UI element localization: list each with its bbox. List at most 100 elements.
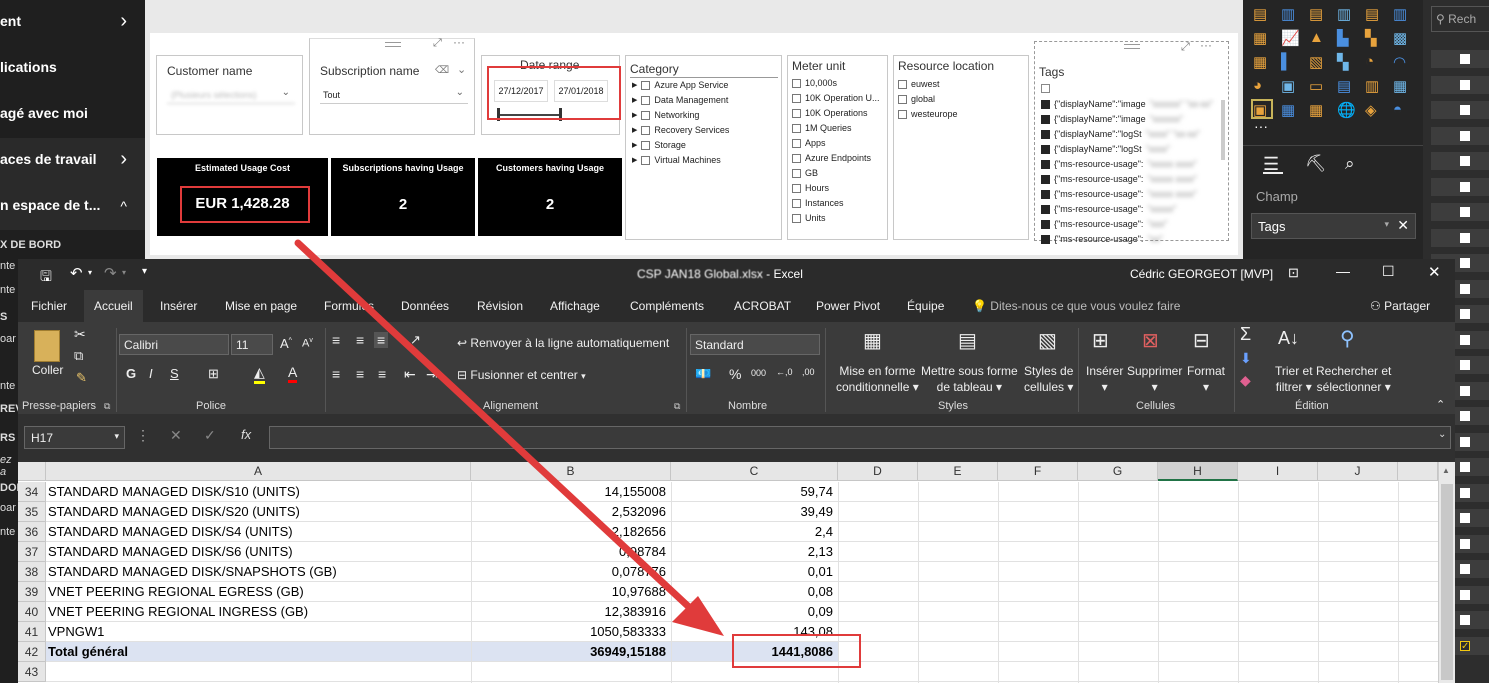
cell-c-35[interactable]: 39,49 [673, 502, 836, 522]
checkbox[interactable] [792, 184, 801, 193]
checkbox[interactable] [641, 96, 651, 105]
visual-type-icon[interactable]: ▦ [1253, 53, 1271, 71]
row-header[interactable]: 35 [18, 502, 46, 522]
scroll-up-icon[interactable]: ▲ [1442, 466, 1450, 475]
checkbox[interactable] [1460, 181, 1470, 192]
cell-b-41[interactable]: 1050,583333 [473, 622, 669, 642]
checkbox[interactable] [1460, 54, 1470, 64]
select-all-corner[interactable] [18, 462, 46, 481]
increase-decimal-icon[interactable]: ←,0 [776, 367, 793, 377]
row-header[interactable]: 36 [18, 522, 46, 542]
clipboard-icon[interactable] [34, 330, 60, 362]
align-right-icon[interactable]: ≡ [378, 366, 386, 382]
subscription-dropdown[interactable]: Tout [320, 86, 468, 104]
customize-qat-icon[interactable]: ▾ [142, 266, 147, 277]
collapse-ribbon-icon[interactable]: ⌃ [1436, 398, 1445, 411]
row-header[interactable]: 39 [18, 582, 46, 602]
insert-function-icon[interactable]: fx [241, 427, 251, 442]
visual-type-icon[interactable]: ◠ [1393, 53, 1411, 71]
more-visuals-icon[interactable]: ··· [1254, 119, 1270, 133]
name-box[interactable]: H17 ▾ [24, 426, 125, 449]
tab-equipe[interactable]: Équipe [907, 299, 944, 313]
align-middle-icon[interactable]: ≡ [356, 332, 364, 348]
checkbox-checked[interactable] [1041, 100, 1050, 109]
checkbox-checked[interactable] [1041, 145, 1050, 154]
drag-handle-icon[interactable] [385, 42, 401, 47]
checkbox[interactable] [641, 81, 651, 90]
checkbox[interactable] [641, 111, 651, 120]
cell-b-34[interactable]: 14,155008 [473, 482, 669, 502]
meter-item[interactable]: Apps [792, 136, 880, 151]
cell-b-35[interactable]: 2,532096 [473, 502, 669, 522]
kpi-card-customers[interactable]: Customers having Usage 2 [478, 158, 622, 236]
checkbox[interactable] [792, 79, 801, 88]
field-row[interactable] [1431, 101, 1489, 119]
more-icon[interactable]: ⋮ [136, 427, 150, 444]
borders-icon[interactable]: ⊞ [208, 366, 219, 382]
cell-c-37[interactable]: 2,13 [673, 542, 836, 562]
autosum-icon[interactable]: Σ [1240, 324, 1251, 345]
cell-a-38[interactable]: STANDARD MANAGED DISK/SNAPSHOTS (GB) [48, 562, 469, 582]
cell-a-43[interactable] [48, 662, 469, 682]
maximize-icon[interactable]: ☐ [1382, 263, 1395, 280]
column-header-f[interactable]: F [998, 462, 1078, 481]
cell-styles-button[interactable]: Styles de cellules ▾ [1024, 363, 1073, 395]
insert-button[interactable]: Insérer ▾ [1086, 363, 1123, 395]
clear-icon[interactable]: ◆ [1240, 372, 1251, 389]
visual-type-icon[interactable]: ▲ [1309, 29, 1327, 46]
field-row[interactable] [1431, 75, 1489, 94]
cell-a-39[interactable]: VNET PEERING REGIONAL EGRESS (GB) [48, 582, 469, 602]
column-header-b[interactable]: B [471, 462, 671, 481]
dialog-launcher-icon[interactable]: ⧉ [104, 401, 110, 412]
checkbox[interactable] [898, 80, 907, 89]
checkbox[interactable] [1460, 360, 1470, 370]
kpi-card-subscriptions[interactable]: Subscriptions having Usage 2 [331, 158, 475, 236]
cell-b-39[interactable]: 10,97688 [473, 582, 669, 602]
expand-icon[interactable]: ▶ [632, 153, 637, 168]
scrollbar[interactable] [1221, 100, 1225, 160]
tag-item[interactable]: {"ms-resource-usage": "xxxxx xxxx" [1041, 157, 1221, 172]
checkbox-checked[interactable] [1041, 160, 1050, 169]
nav-sub-item[interactable]: nte [0, 284, 15, 296]
tag-item[interactable]: {"ms-resource-usage": "xxxxx xxxx" [1041, 187, 1221, 202]
focus-mode-icon[interactable]: ⤢ [433, 37, 442, 50]
save-icon[interactable]: 🖫 [40, 266, 52, 290]
field-row[interactable] [1431, 203, 1489, 221]
customer-dropdown[interactable]: (Plusieurs sélections) [167, 86, 295, 104]
cell-b-38[interactable]: 0,078776 [473, 562, 669, 582]
field-row[interactable] [1431, 50, 1489, 68]
checkbox[interactable] [1460, 538, 1470, 549]
checkbox[interactable] [641, 141, 651, 150]
cell-b-42[interactable]: 36949,15188 [473, 642, 669, 662]
visual-type-icon[interactable]: ▩ [1393, 29, 1411, 47]
dialog-launcher-icon[interactable]: ⧉ [674, 401, 680, 412]
checkbox[interactable] [1460, 207, 1470, 217]
nav-sub-item[interactable]: oar [0, 333, 16, 345]
share-button[interactable]: ⚇ Partager [1370, 299, 1430, 313]
checkbox[interactable] [1460, 105, 1470, 115]
font-color-icon[interactable]: A [288, 364, 298, 383]
nav-sub-item[interactable]: oar [0, 502, 16, 514]
copy-icon[interactable]: ⧉ [74, 348, 83, 364]
checkbox-checked[interactable] [1041, 235, 1050, 244]
cell-a-34[interactable]: STANDARD MANAGED DISK/S10 (UNITS) [48, 482, 469, 502]
visual-type-icon[interactable]: 🌐 [1337, 101, 1356, 119]
checkbox[interactable] [1460, 258, 1470, 268]
visual-type-icon[interactable]: ▤ [1253, 5, 1271, 23]
user-name[interactable]: Cédric GEORGEOT [MVP] [1130, 267, 1273, 281]
checkbox[interactable] [898, 110, 907, 119]
increase-font-icon[interactable]: A^ [280, 336, 292, 351]
column-header-g[interactable]: G [1078, 462, 1158, 481]
column-header-a[interactable]: A [46, 462, 471, 481]
field-row[interactable] [1431, 152, 1489, 170]
visual-type-icon[interactable]: ▦ [1281, 101, 1299, 119]
cell-b-43[interactable] [473, 662, 669, 682]
chevron-down-icon[interactable]: ▾ [581, 371, 586, 381]
format-cells-icon[interactable]: ⊟ [1193, 328, 1210, 353]
tab-affichage[interactable]: Affichage [550, 299, 600, 313]
delete-button[interactable]: Supprimer ▾ [1127, 363, 1182, 395]
tag-item[interactable]: {"ms-resource-usage": "xxx" [1041, 217, 1221, 232]
accounting-format-icon[interactable]: 💶 [695, 366, 711, 382]
checkbox[interactable] [1460, 130, 1470, 141]
cell-styles-icon[interactable]: ▧ [1038, 328, 1057, 353]
